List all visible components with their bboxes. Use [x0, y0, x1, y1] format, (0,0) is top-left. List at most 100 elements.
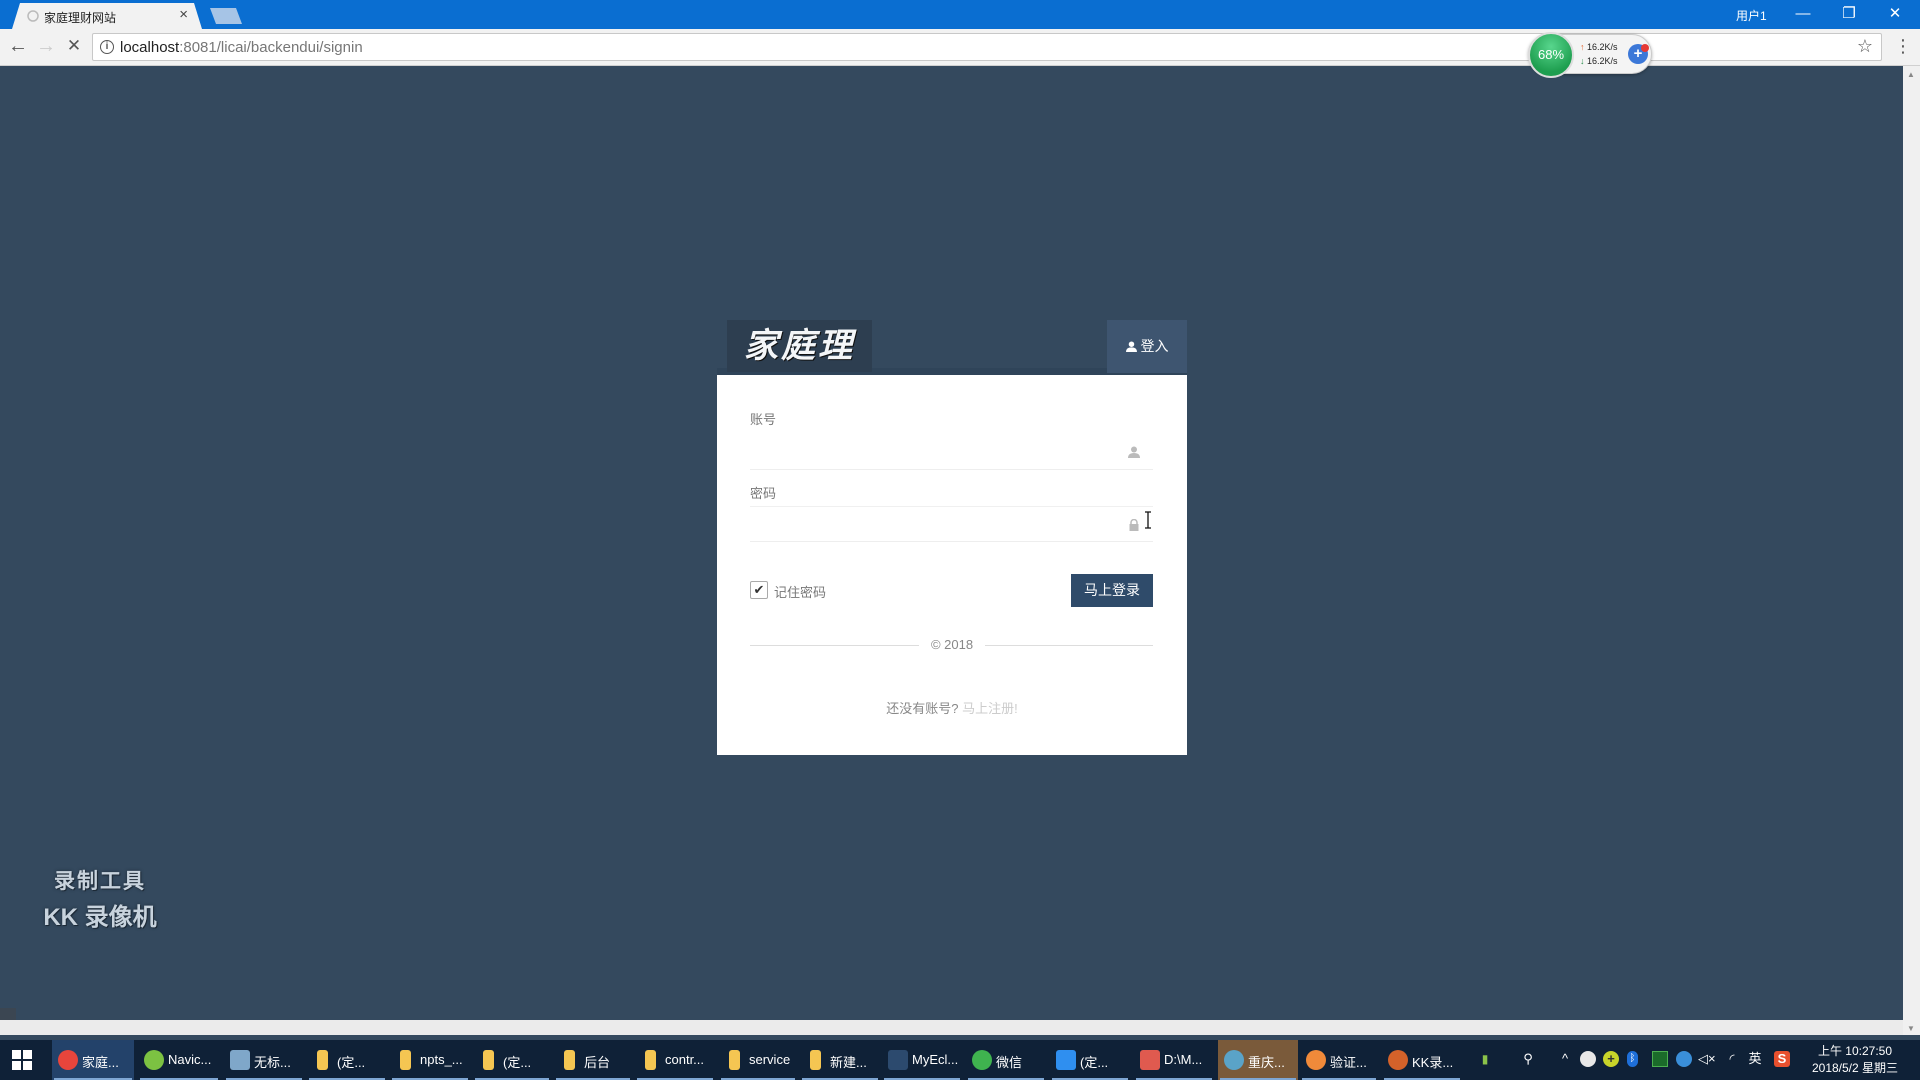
taskbar-item[interactable]: 家庭... — [52, 1040, 134, 1080]
text-cursor-icon — [1145, 511, 1151, 529]
ime-indicator[interactable]: 英 — [1747, 1051, 1763, 1067]
remember-label[interactable]: 记住密码 — [774, 582, 826, 601]
tray-blue-icon[interactable] — [1676, 1051, 1692, 1067]
close-window-button[interactable]: ✕ — [1872, 0, 1918, 29]
tray-plus-icon[interactable]: + — [1603, 1051, 1619, 1067]
login-card: 账号 密码 ✔ 记住密码 马上登录 © 2018 还没有账号? 马上注册! — [717, 375, 1187, 755]
taskbar-item-label: 无标... — [254, 1055, 291, 1070]
bluetooth-icon[interactable]: ᛒ — [1627, 1051, 1638, 1067]
taskbar-item-label: service — [749, 1052, 791, 1067]
folder-icon — [400, 1050, 411, 1070]
taskbar-item[interactable]: MyEcl... — [882, 1040, 962, 1080]
vertical-scrollbar[interactable]: ▲ ▼ — [1903, 66, 1920, 1035]
password-input[interactable] — [750, 506, 1153, 542]
window-icon — [230, 1050, 250, 1070]
taskbar-item-label: (定... — [337, 1055, 366, 1070]
stop-loading-button[interactable]: ✕ — [62, 35, 86, 59]
kk-recorder-icon — [1388, 1050, 1408, 1070]
windows-logo-icon — [12, 1050, 21, 1059]
browser-menu-icon[interactable]: ⋮ — [1894, 35, 1912, 57]
taskbar-item-label: 家庭... — [82, 1055, 119, 1070]
account-label: 账号 — [750, 412, 777, 427]
account-input[interactable] — [750, 434, 1153, 470]
taskbar-item-label: 后台 — [584, 1055, 611, 1070]
folder-icon — [564, 1050, 575, 1070]
profile-user-label[interactable]: 用户1 — [1736, 7, 1767, 24]
register-question: 还没有账号? — [886, 701, 959, 716]
upload-speed: ↑ 16.2K/s — [1580, 42, 1618, 52]
scroll-up-icon[interactable]: ▲ — [1907, 70, 1915, 79]
horizontal-scrollbar[interactable] — [0, 1008, 1903, 1035]
url-text[interactable]: localhost:8081/licai/backendui/signin — [120, 39, 363, 56]
restore-button[interactable]: ❐ — [1826, 0, 1872, 29]
watermark-line1: 录制工具 — [54, 870, 146, 893]
taskbar-item[interactable]: contr... — [635, 1040, 715, 1080]
tray-chevron-icon[interactable]: ^ — [1557, 1051, 1573, 1067]
taskbar-item-label: (定... — [1080, 1055, 1109, 1070]
copyright: © 2018 — [717, 637, 1187, 652]
taskbar-item-label: npts_... — [420, 1052, 463, 1067]
login-header: 家庭理财 登入 — [717, 320, 1187, 418]
site-info-icon[interactable]: i — [100, 40, 114, 54]
navicat-icon — [144, 1050, 164, 1070]
watermark-line2: KK 录像机 — [43, 904, 157, 931]
tab-title: 家庭理财网站 — [44, 11, 117, 25]
notification-dot — [1641, 44, 1649, 52]
download-speed-value: 16.2K/s — [1587, 56, 1618, 66]
taskbar-item[interactable]: (定... — [307, 1040, 387, 1080]
bookmark-star-icon[interactable]: ☆ — [1857, 36, 1873, 57]
browser-tab[interactable]: 家庭理财网站 × — [12, 3, 202, 29]
taskbar-item[interactable]: 后台 — [554, 1040, 632, 1080]
taskbar-item[interactable]: 微信 — [966, 1040, 1046, 1080]
people-icon[interactable]: ⚲ — [1520, 1051, 1536, 1067]
myeclipse-icon — [888, 1050, 908, 1070]
taskbar-item-label: 验证... — [1330, 1055, 1367, 1070]
page-favicon-icon — [27, 10, 39, 22]
audio-icon — [1306, 1050, 1326, 1070]
taskbar-item[interactable]: KK录... — [1382, 1040, 1462, 1080]
sogou-icon[interactable]: S — [1774, 1051, 1790, 1067]
taskbar-item[interactable]: (定... — [1050, 1040, 1130, 1080]
remember-checkbox[interactable]: ✔ — [750, 581, 768, 599]
taskbar-item[interactable]: 新建... — [800, 1040, 880, 1080]
tray-app-icon[interactable] — [1580, 1051, 1596, 1067]
user-icon — [1125, 341, 1137, 352]
usb-icon[interactable]: ▮ — [1477, 1051, 1493, 1067]
back-button[interactable]: ← — [6, 35, 30, 59]
taskbar-item[interactable]: 无标... — [224, 1040, 304, 1080]
taskbar-item[interactable]: 重庆... — [1218, 1040, 1298, 1080]
new-tab-button[interactable] — [210, 8, 242, 24]
taskbar-item[interactable]: 验证... — [1300, 1040, 1378, 1080]
login-tab[interactable]: 登入 — [1107, 320, 1187, 373]
app-icon — [1224, 1050, 1244, 1070]
taskbar-item-label: 重庆... — [1248, 1055, 1285, 1070]
taskbar-item[interactable]: npts_... — [390, 1040, 470, 1080]
start-button[interactable] — [12, 1050, 32, 1070]
tab-close-icon[interactable]: × — [179, 6, 188, 23]
wifi-icon[interactable]: ◜ — [1724, 1051, 1740, 1067]
taskbar-item[interactable]: Navic... — [138, 1040, 220, 1080]
url-path: :8081/licai/backendui/signin — [179, 39, 363, 56]
scroll-thumb[interactable] — [0, 1008, 16, 1020]
taskbar-item-label: 微信 — [996, 1055, 1023, 1070]
copyright-text: © 2018 — [918, 637, 986, 652]
volume-muted-icon[interactable]: ◁× — [1698, 1051, 1716, 1067]
register-prompt: 还没有账号? 马上注册! — [717, 698, 1187, 717]
register-link[interactable]: 马上注册! — [962, 701, 1018, 716]
folder-icon — [317, 1050, 328, 1070]
taskbar-item[interactable]: service — [719, 1040, 797, 1080]
forward-button[interactable]: → — [34, 35, 58, 59]
tray-green-icon[interactable] — [1652, 1051, 1668, 1067]
wechat-icon — [972, 1050, 992, 1070]
taskbar-item[interactable]: D:\M... — [1134, 1040, 1214, 1080]
scroll-down-icon[interactable]: ▼ — [1907, 1024, 1915, 1033]
clock[interactable]: 上午 10:27:50 2018/5/2 星期三 — [1800, 1043, 1910, 1077]
notepad-icon — [1140, 1050, 1160, 1070]
minimize-button[interactable]: — — [1780, 0, 1826, 29]
taskbar-item-label: contr... — [665, 1052, 705, 1067]
memory-usage-ball[interactable]: 68% — [1528, 32, 1574, 78]
login-submit-button[interactable]: 马上登录 — [1071, 574, 1153, 607]
folder-icon — [729, 1050, 740, 1070]
taskbar-item[interactable]: (定... — [473, 1040, 551, 1080]
download-speed: ↓ 16.2K/s — [1580, 56, 1618, 66]
